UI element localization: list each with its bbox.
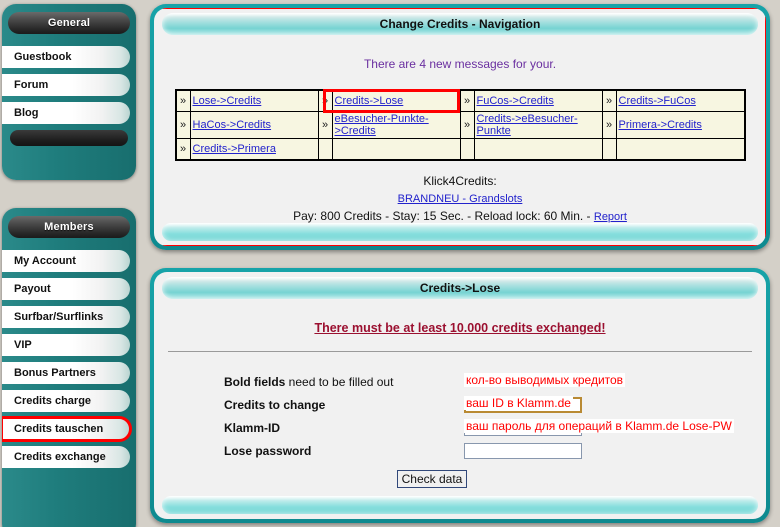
- sidebar-item-label: Forum: [14, 79, 49, 91]
- sidebar-item-vip[interactable]: VIP: [2, 334, 130, 356]
- sidebar-item-label: Surfbar/Surflinks: [14, 311, 104, 323]
- arrow-icon: »: [317, 89, 333, 112]
- link-primera-to-credits[interactable]: Primera->Credits: [619, 119, 702, 131]
- link-credits-to-primera[interactable]: Credits->Primera: [193, 143, 276, 155]
- link-cell-credits-to-lose[interactable]: Credits->Lose: [323, 89, 461, 113]
- sidebar-item-label: Credits exchange: [14, 451, 106, 463]
- link-cell-credits-to-primera[interactable]: Credits->Primera: [189, 138, 319, 161]
- annotation-klamm-id: ваш ID в Klamm.de: [464, 396, 573, 410]
- sidebar-footer-general: [10, 130, 128, 146]
- sidebar-item-label: VIP: [14, 339, 32, 351]
- link-cell-fucos-to-credits[interactable]: FuCos->Credits: [473, 89, 603, 112]
- label-credits-to-change: Credits to change: [224, 397, 326, 412]
- report-link[interactable]: Report: [594, 211, 627, 223]
- sidebar-item-bonus-partners[interactable]: Bonus Partners: [2, 362, 130, 384]
- empty-cell: [615, 138, 745, 161]
- bold-fields-note-rest: need to be filled out: [285, 374, 394, 389]
- sidebar-item-label: Guestbook: [14, 51, 72, 63]
- link-cell-ebesucher-punkte-to-credits[interactable]: eBesucher-Punkte->Credits: [331, 111, 461, 139]
- sidebar-item-label: Blog: [14, 107, 39, 119]
- exchange-form-title: Credits->Lose: [162, 277, 758, 299]
- empty-arrow-cell: [459, 138, 475, 161]
- link-cell-hacos-to-credits[interactable]: HaCos->Credits: [189, 111, 319, 139]
- promo-block: Klick4Credits: BRANDNEU - Grandslots Pay…: [154, 173, 766, 226]
- submit-row: Check data: [154, 470, 766, 488]
- link-credits-to-lose[interactable]: Credits->Lose: [335, 95, 404, 107]
- empty-arrow-cell: [317, 138, 333, 161]
- credits-links-table: » Lose->Credits » Credits->Lose » FuCos-…: [174, 89, 746, 161]
- annotation-credits-to-change: кол-во выводимых кредитов: [464, 373, 626, 387]
- link-cell-primera-to-credits[interactable]: Primera->Credits: [615, 111, 745, 139]
- table-row: » Credits->Primera: [175, 138, 745, 161]
- exchange-form-body: Credits->Lose There must be at least 10.…: [154, 272, 766, 519]
- sidebar-item-label: My Account: [14, 255, 76, 267]
- divider: [168, 351, 752, 352]
- table-row: » Lose->Credits » Credits->Lose » FuCos-…: [175, 89, 745, 113]
- empty-cell: [473, 138, 603, 161]
- empty-cell: [331, 138, 461, 161]
- sidebar-header-members: Members: [8, 216, 130, 238]
- bold-fields-note-strong: Bold fields: [224, 374, 286, 389]
- arrow-icon: »: [459, 89, 475, 112]
- arrow-icon: »: [317, 111, 333, 139]
- sidebar-item-credits-exchange[interactable]: Credits exchange: [2, 446, 130, 468]
- link-hacos-to-credits[interactable]: HaCos->Credits: [193, 119, 272, 131]
- arrow-icon: »: [601, 89, 617, 112]
- empty-arrow-cell: [601, 138, 617, 161]
- label-klamm-id: Klamm-ID: [224, 420, 281, 435]
- arrow-icon: »: [175, 89, 191, 112]
- arrow-icon: »: [459, 111, 475, 139]
- link-ebesucher-punkte-to-credits[interactable]: eBesucher-Punkte->Credits: [335, 113, 429, 137]
- sidebar-item-label: Payout: [14, 283, 51, 295]
- sidebar-block-members: Members My Account Payout Surfbar/Surfli…: [2, 208, 136, 527]
- promo-details: Pay: 800 Credits - Stay: 15 Sec. - Reloa…: [293, 209, 594, 223]
- arrow-icon: »: [175, 138, 191, 161]
- lose-password-input[interactable]: [464, 442, 582, 459]
- sidebar-item-surfbar-surflinks[interactable]: Surfbar/Surflinks: [2, 306, 130, 328]
- main-content: Change Credits - Navigation There are 4 …: [148, 0, 780, 527]
- new-messages-notice: There are 4 new messages for your.: [363, 57, 557, 71]
- navigation-panel: Change Credits - Navigation There are 4 …: [150, 4, 770, 250]
- sidebar-items-members: My Account Payout Surfbar/Surflinks VIP …: [2, 250, 136, 468]
- sidebar: General Guestbook Forum Blog Members My …: [0, 0, 140, 527]
- link-credits-to-ebesucher-punkte[interactable]: Credits->eBesucher-Punkte: [477, 113, 578, 137]
- navigation-panel-title: Change Credits - Navigation: [162, 13, 758, 35]
- sidebar-item-label: Bonus Partners: [14, 367, 96, 379]
- annotation-lose-password: ваш пароль для операций в Klamm.de Lose-…: [464, 419, 734, 433]
- navigation-panel-footer: [162, 223, 758, 241]
- sidebar-item-payout[interactable]: Payout: [2, 278, 130, 300]
- table-row: » HaCos->Credits » eBesucher-Punkte->Cre…: [175, 111, 745, 139]
- promo-link[interactable]: BRANDNEU - Grandslots: [398, 193, 523, 205]
- minimum-credits-warning: There must be at least 10.000 credits ex…: [314, 321, 606, 335]
- sidebar-block-general: General Guestbook Forum Blog: [2, 4, 136, 180]
- arrow-icon: »: [601, 111, 617, 139]
- link-cell-credits-to-ebesucher-punkte[interactable]: Credits->eBesucher-Punkte: [473, 111, 603, 139]
- link-cell-lose-to-credits[interactable]: Lose->Credits: [189, 89, 319, 112]
- link-cell-credits-to-fucos[interactable]: Credits->FuCos: [615, 89, 745, 112]
- link-fucos-to-credits[interactable]: FuCos->Credits: [477, 95, 554, 107]
- arrow-icon: »: [175, 111, 191, 139]
- exchange-form-footer: [162, 496, 758, 514]
- sidebar-header-general: General: [8, 12, 130, 34]
- link-credits-to-fucos[interactable]: Credits->FuCos: [619, 95, 696, 107]
- check-data-button[interactable]: Check data: [396, 470, 468, 488]
- sidebar-item-credits-charge[interactable]: Credits charge: [2, 390, 130, 412]
- sidebar-item-credits-tauschen[interactable]: Credits tauschen: [2, 416, 132, 442]
- sidebar-item-my-account[interactable]: My Account: [2, 250, 130, 272]
- sidebar-item-guestbook[interactable]: Guestbook: [2, 46, 130, 68]
- link-lose-to-credits[interactable]: Lose->Credits: [193, 95, 262, 107]
- app-root: General Guestbook Forum Blog Members My …: [0, 0, 780, 527]
- sidebar-item-label: Credits tauschen: [14, 423, 104, 435]
- sidebar-item-label: Credits charge: [14, 395, 92, 407]
- exchange-form-rows: Bold fields need to be filled out Credit…: [224, 370, 766, 462]
- exchange-form-panel: Credits->Lose There must be at least 10.…: [150, 268, 770, 523]
- label-lose-password: Lose password: [224, 443, 312, 458]
- sidebar-item-forum[interactable]: Forum: [2, 74, 130, 96]
- sidebar-items-general: Guestbook Forum Blog: [2, 46, 136, 124]
- navigation-panel-body: Change Credits - Navigation There are 4 …: [154, 8, 766, 246]
- sidebar-item-blog[interactable]: Blog: [2, 102, 130, 124]
- promo-heading: Klick4Credits:: [423, 174, 497, 188]
- form-row-lose-password: Lose password: [224, 439, 766, 462]
- promo-link-row: BRANDNEU - Grandslots: [154, 190, 766, 208]
